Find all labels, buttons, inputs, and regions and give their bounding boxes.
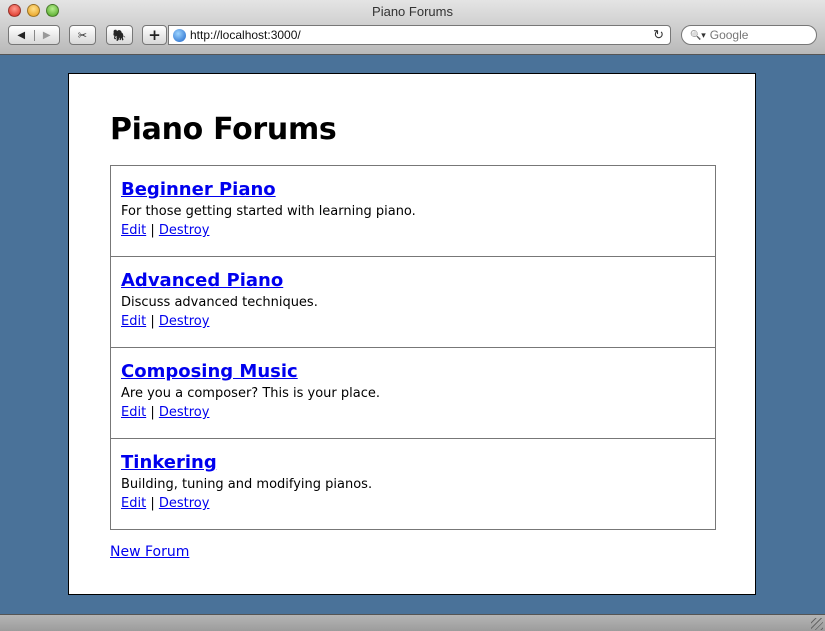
evernote-elephant-icon: 🐘 [112, 28, 127, 42]
destroy-link[interactable]: Destroy [159, 314, 210, 329]
destroy-link[interactable]: Destroy [159, 405, 210, 420]
search-field[interactable]: 🔍▾ Google [681, 25, 817, 45]
forum-item: Composing Music Are you a composer? This… [111, 347, 715, 438]
plus-icon: + [148, 26, 161, 44]
edit-link[interactable]: Edit [121, 405, 146, 420]
evernote-button[interactable]: 🐘 [106, 25, 133, 45]
forum-actions: Edit | Destroy [121, 405, 705, 420]
forum-item: Advanced Piano Discuss advanced techniqu… [111, 256, 715, 347]
url-text[interactable]: http://localhost:3000/ [190, 28, 301, 42]
page-title: Piano Forums [110, 112, 337, 147]
back-arrow-icon[interactable]: ◀ [9, 29, 35, 41]
new-forum-link[interactable]: New Forum [110, 544, 189, 560]
reload-icon[interactable]: ↻ [653, 27, 664, 43]
forum-actions: Edit | Destroy [121, 496, 705, 511]
forum-title-link[interactable]: Advanced Piano [121, 270, 283, 291]
forum-title-link[interactable]: Tinkering [121, 452, 217, 473]
address-bar[interactable]: http://localhost:3000/ ↻ [168, 25, 671, 45]
globe-icon [173, 28, 186, 42]
page-content: Piano Forums Beginner Piano For those ge… [68, 73, 756, 595]
separator: | [150, 496, 155, 511]
forum-actions: Edit | Destroy [121, 223, 705, 238]
search-placeholder: Google [709, 28, 749, 42]
nav-buttons: ◀ ▶ [8, 25, 60, 45]
edit-link[interactable]: Edit [121, 314, 146, 329]
forum-description: Building, tuning and modifying pianos. [121, 477, 373, 492]
snip-button[interactable]: ✂ [69, 25, 96, 45]
edit-link[interactable]: Edit [121, 496, 146, 511]
forum-title-link[interactable]: Composing Music [121, 361, 298, 382]
edit-link[interactable]: Edit [121, 223, 146, 238]
window-title: Piano Forums [372, 4, 453, 19]
forum-item: Beginner Piano For those getting started… [111, 166, 715, 256]
browser-chrome: Piano Forums ◀ ▶ ✂ 🐘 + http://localhost:… [0, 0, 825, 55]
forum-list: Beginner Piano For those getting started… [110, 165, 716, 530]
forum-actions: Edit | Destroy [121, 314, 705, 329]
separator: | [150, 223, 155, 238]
destroy-link[interactable]: Destroy [159, 496, 210, 511]
scissors-icon: ✂ [77, 28, 88, 42]
separator: | [150, 405, 155, 420]
forward-arrow-icon[interactable]: ▶ [35, 30, 60, 41]
forum-description: Are you a composer? This is your place. [121, 386, 381, 401]
resize-grip-icon[interactable] [811, 618, 823, 630]
forum-description: For those getting started with learning … [121, 204, 416, 219]
add-bookmark-button[interactable]: + [142, 25, 167, 45]
forum-title-link[interactable]: Beginner Piano [121, 179, 276, 200]
status-bar [0, 614, 825, 631]
forum-description: Discuss advanced techniques. [121, 295, 318, 310]
search-icon[interactable]: 🔍▾ [690, 30, 706, 41]
separator: | [150, 314, 155, 329]
destroy-link[interactable]: Destroy [159, 223, 210, 238]
forum-item: Tinkering Building, tuning and modifying… [111, 438, 715, 529]
